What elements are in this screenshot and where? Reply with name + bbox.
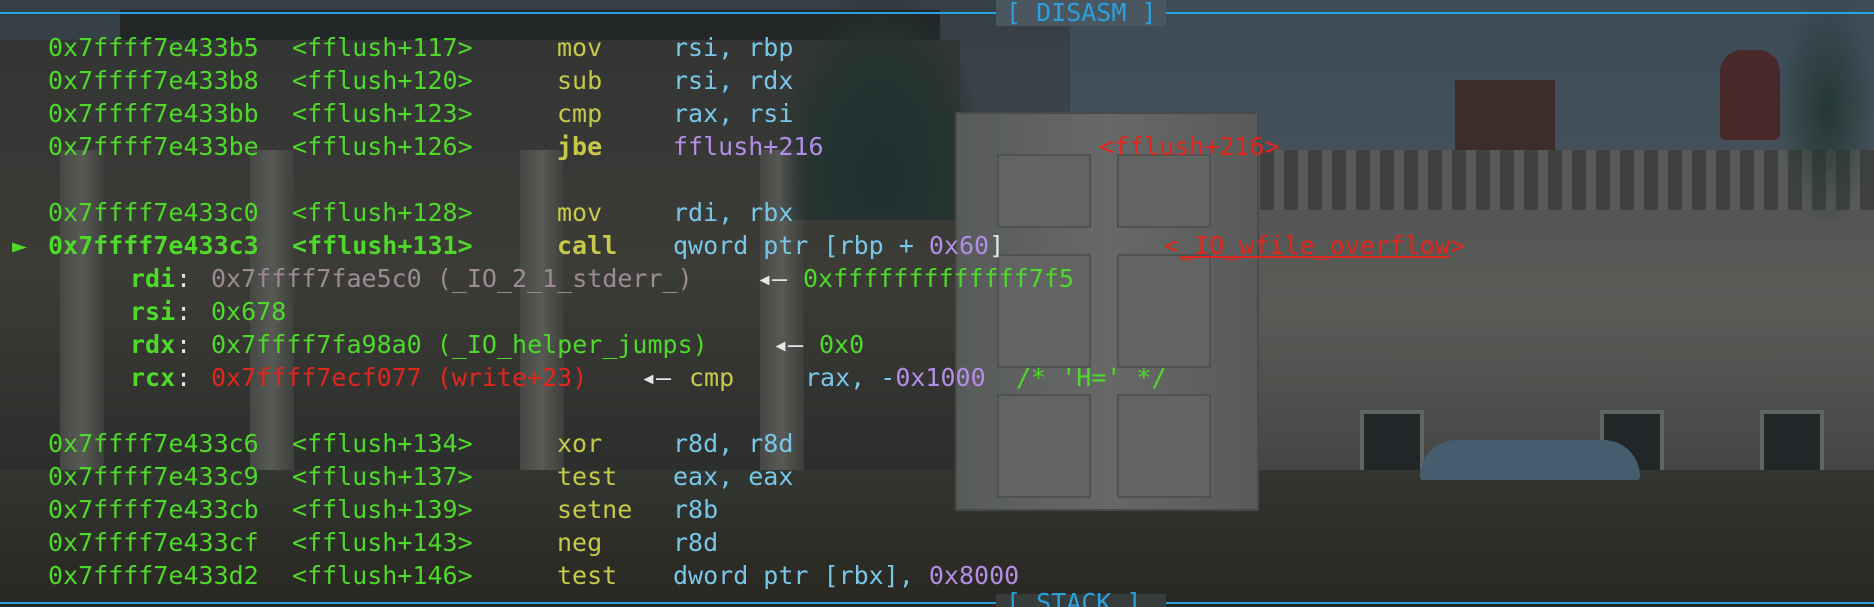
instruction-mnemonic: test xyxy=(557,561,618,590)
instruction-mnemonic: test xyxy=(557,462,618,491)
instruction-address: 0x7ffff7e433c9 xyxy=(48,462,259,491)
call-arg-line: rdi : 0x7ffff7fae5c0 (_IO_2_1_stderr_) ◂… xyxy=(0,262,1074,295)
instruction-symbol: <fflush+123> xyxy=(292,99,473,128)
instruction-address: 0x7ffff7e433c6 xyxy=(48,429,259,458)
instruction-symbol: <fflush+126> xyxy=(292,132,473,161)
operand-number: 0x1000 xyxy=(895,363,986,392)
instruction-symbol: <fflush+128> xyxy=(292,198,473,227)
instruction-address: 0x7ffff7e433c0 xyxy=(48,198,259,227)
current-instruction-line: ► 0x7ffff7e433c3 <fflush+131> call qword… xyxy=(0,229,1465,262)
arg-deref-value: 0x0 xyxy=(819,330,865,359)
instruction-mnemonic: mov xyxy=(557,198,603,227)
instruction-symbol: <fflush+134> xyxy=(292,429,473,458)
stack-section-header: [ STACK ] xyxy=(1006,590,1142,607)
disasm-line: 0x7ffff7e433bb <fflush+123> cmp rax, rsi xyxy=(0,97,793,130)
section-rule-bottom xyxy=(0,602,1874,604)
instruction-operands: r8b xyxy=(673,495,719,524)
operand-text: rax, - xyxy=(805,363,896,392)
arg-colon: : xyxy=(176,363,192,392)
instruction-address: 0x7ffff7e433be xyxy=(48,132,259,161)
disasm-section-header: [ DISASM ] xyxy=(1006,0,1157,27)
arg-value: 0x678 xyxy=(211,297,287,326)
deref-comment: /* 'H=' */ xyxy=(1016,363,1167,392)
instruction-symbol: <fflush+120> xyxy=(292,66,473,95)
call-arg-line: rsi : 0x678 xyxy=(0,295,286,328)
instruction-mnemonic: mov xyxy=(557,33,603,62)
disasm-line: 0x7ffff7e433c9 <fflush+137> test eax, ea… xyxy=(0,460,793,493)
arg-pointer-value: 0x7ffff7fa98a0 (_IO_helper_jumps) xyxy=(211,330,708,359)
disasm-line: 0x7ffff7e433be <fflush+126> jbe fflush+2… xyxy=(0,130,1280,163)
arg-colon: : xyxy=(176,264,192,293)
arg-colon: : xyxy=(176,330,192,359)
jump-target-operand: fflush+216 xyxy=(673,132,824,161)
instruction-mnemonic: call xyxy=(557,231,618,260)
instruction-operands: r8d, r8d xyxy=(673,429,794,458)
instruction-symbol: <fflush+131> xyxy=(292,231,473,260)
instruction-address: 0x7ffff7e433b5 xyxy=(48,33,259,62)
current-instruction-marker-icon: ► xyxy=(12,231,28,260)
instruction-mnemonic: xor xyxy=(557,429,603,458)
disasm-line: 0x7ffff7e433cf <fflush+143> neg r8d xyxy=(0,526,718,559)
deref-arrow-icon: ◂— xyxy=(641,363,672,392)
call-target-symbol: _IO_wfile_overflow xyxy=(1179,231,1450,260)
arg-register-name: rsi xyxy=(130,297,176,326)
operand-number: 0x8000 xyxy=(928,561,1020,590)
instruction-address: 0x7ffff7e433c3 xyxy=(48,231,259,260)
call-arg-line: rdx : 0x7ffff7fa98a0 (_IO_helper_jumps) … xyxy=(0,328,864,361)
call-target-bracket: < xyxy=(1164,231,1180,260)
instruction-mnemonic: setne xyxy=(557,495,633,524)
arg-pointer-value: 0x7ffff7ecf077 (write+23) xyxy=(211,363,588,392)
instruction-symbol: <fflush+143> xyxy=(292,528,473,557)
call-target-bracket: > xyxy=(1450,231,1466,260)
instruction-mnemonic: cmp xyxy=(557,99,603,128)
disasm-line: 0x7ffff7e433b8 <fflush+120> sub rsi, rdx xyxy=(0,64,793,97)
disasm-line: 0x7ffff7e433b5 <fflush+117> mov rsi, rbp xyxy=(0,31,793,64)
deref-arrow-icon: ◂— xyxy=(773,330,804,359)
instruction-address: 0x7ffff7e433d2 xyxy=(48,561,259,590)
instruction-symbol: <fflush+137> xyxy=(292,462,473,491)
instruction-operands: r8d xyxy=(673,528,719,557)
operand-text: dword ptr [rbx], xyxy=(673,561,929,590)
pwndbg-terminal[interactable]: [ DISASM ] 0x7ffff7e433b5 <fflush+117> m… xyxy=(0,0,1874,607)
instruction-operands: rax, rsi xyxy=(673,99,794,128)
operand-number: 0x60 xyxy=(928,231,990,260)
arg-register-name: rcx xyxy=(130,363,176,392)
operand-text: ] xyxy=(989,231,1005,260)
arg-register-name: rdi xyxy=(130,264,176,293)
instruction-operands: qword ptr [rbp + 0x60] xyxy=(673,229,1004,262)
instruction-operands: rdi, rbx xyxy=(673,198,794,227)
arg-pointer-value: 0x7ffff7fae5c0 (_IO_2_1_stderr_) xyxy=(211,264,693,293)
deref-arrow-icon: ◂— xyxy=(757,264,788,293)
instruction-symbol: <fflush+139> xyxy=(292,495,473,524)
call-arg-line: rcx : 0x7ffff7ecf077 (write+23) ◂— cmp r… xyxy=(0,361,1167,394)
instruction-operands: eax, eax xyxy=(673,462,794,491)
arg-register-name: rdx xyxy=(130,330,176,359)
instruction-operands: rsi, rdx xyxy=(673,66,794,95)
disasm-line: 0x7ffff7e433c6 <fflush+134> xor r8d, r8d xyxy=(0,427,793,460)
instruction-operands: dword ptr [rbx], 0x8000 xyxy=(673,559,1019,592)
instruction-mnemonic: jbe xyxy=(557,132,603,161)
arg-colon: : xyxy=(176,297,192,326)
instruction-mnemonic: sub xyxy=(557,66,603,95)
disasm-line: 0x7ffff7e433c0 <fflush+128> mov rdi, rbx xyxy=(0,196,793,229)
operand-text: qword ptr [rbp + xyxy=(673,231,929,260)
instruction-address: 0x7ffff7e433cf xyxy=(48,528,259,557)
instruction-address: 0x7ffff7e433b8 xyxy=(48,66,259,95)
instruction-address: 0x7ffff7e433bb xyxy=(48,99,259,128)
disasm-line: 0x7ffff7e433d2 <fflush+146> test dword p… xyxy=(0,559,1019,592)
call-target: <_IO_wfile_overflow> xyxy=(1164,229,1465,262)
instruction-symbol: <fflush+146> xyxy=(292,561,473,590)
instruction-operands: rsi, rbp xyxy=(673,33,794,62)
deref-mnemonic: cmp xyxy=(689,363,735,392)
arg-deref-value: 0xfffffffffffff7f5 xyxy=(803,264,1074,293)
jump-target-symbol: <fflush+216> xyxy=(1099,132,1280,161)
disasm-line: 0x7ffff7e433cb <fflush+139> setne r8b xyxy=(0,493,718,526)
instruction-address: 0x7ffff7e433cb xyxy=(48,495,259,524)
instruction-mnemonic: neg xyxy=(557,528,603,557)
instruction-symbol: <fflush+117> xyxy=(292,33,473,62)
section-rule-top xyxy=(0,12,1874,14)
deref-operands: rax, -0x1000 xyxy=(805,361,986,394)
